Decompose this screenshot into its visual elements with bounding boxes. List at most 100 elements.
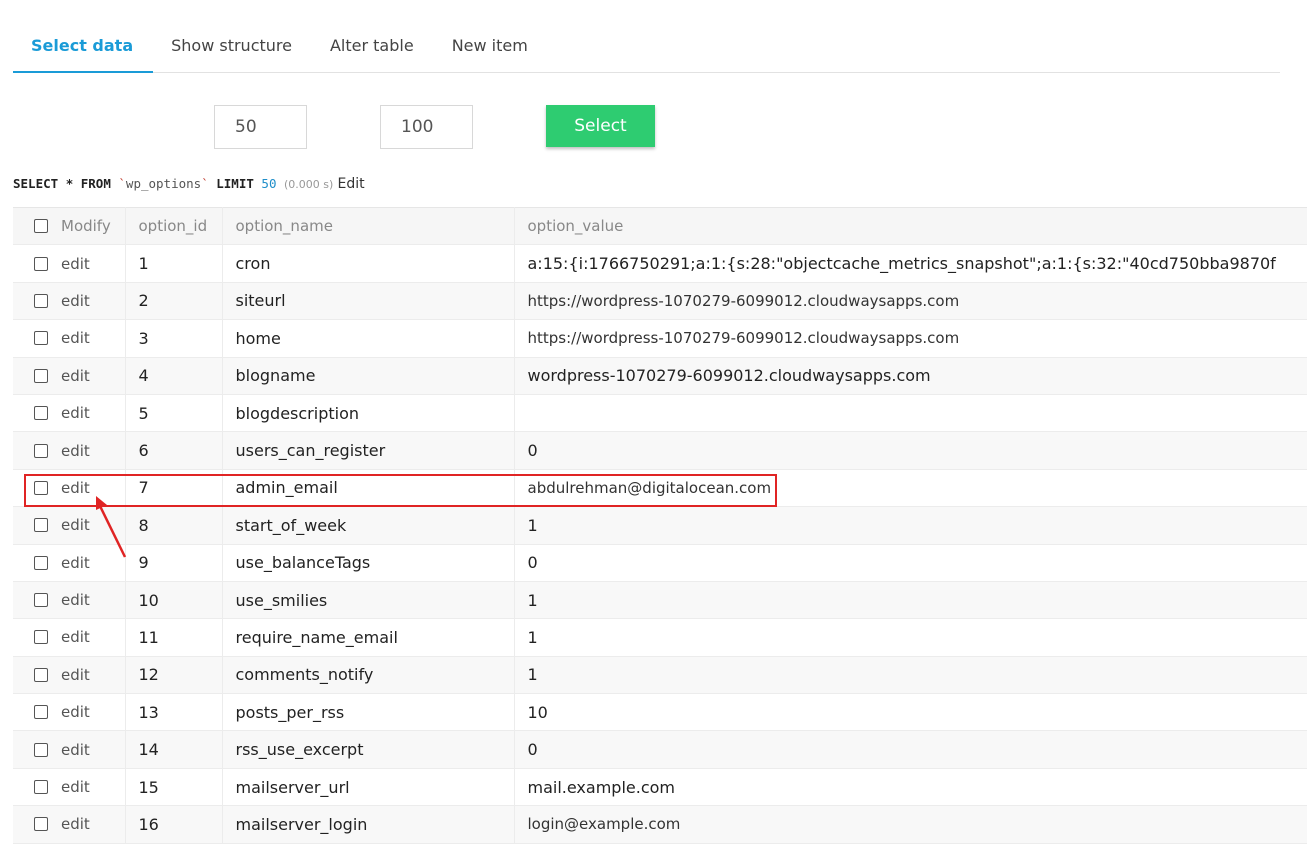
sql-tick-close: ` — [201, 176, 209, 191]
table-row: edit 1 cron a:15:{i:1766750291;a:1:{s:28:"o… — [13, 244, 1307, 283]
row-modify-cell: edit — [13, 244, 126, 283]
cell-option-value: https://wordpress-1070279-6099012.cloudw… — [514, 282, 1307, 321]
cell-option-value: 1 — [514, 618, 1307, 657]
row-edit-link[interactable]: edit — [61, 666, 90, 684]
sql-table-name: wp_options — [125, 176, 202, 191]
row-checkbox[interactable] — [34, 518, 48, 533]
cell-option-name: require_name_email — [222, 618, 515, 657]
cell-option-value: 1 — [514, 581, 1307, 620]
row-edit-link[interactable]: edit — [61, 778, 90, 796]
row-edit-link[interactable]: edit — [61, 703, 90, 721]
header-option-id[interactable]: option_id — [125, 206, 223, 246]
annotation-arrow-icon — [96, 496, 127, 558]
select-button[interactable]: Select — [546, 105, 655, 147]
row-edit-link[interactable]: edit — [61, 329, 90, 347]
table-row: edit 4 blogname wordpress-1070279-6099012.c… — [13, 357, 1307, 395]
cell-option-name: rss_use_excerpt — [222, 730, 515, 769]
tab-alter-table[interactable]: Alter table — [312, 24, 434, 71]
sql-keyword-limit: LIMIT — [216, 176, 254, 191]
row-edit-link[interactable]: edit — [61, 516, 90, 534]
cell-option-id: 15 — [125, 768, 223, 807]
cell-option-id: 16 — [125, 805, 223, 844]
sql-exec-time: (0.000 s) — [284, 178, 334, 191]
cell-option-value: 0 — [514, 730, 1307, 769]
table-row: edit 2 siteurl https://wordpress-1070279-60… — [13, 282, 1307, 321]
annotation-highlight-box — [24, 474, 777, 507]
header-option-value[interactable]: option_value — [514, 206, 1307, 246]
row-checkbox[interactable] — [34, 667, 48, 682]
row-edit-link[interactable]: edit — [61, 628, 90, 646]
sql-keyword-from: FROM — [80, 176, 111, 191]
cell-option-id: 5 — [125, 394, 223, 433]
row-edit-link[interactable]: edit — [61, 741, 90, 759]
cell-option-id: 12 — [125, 656, 223, 695]
row-checkbox[interactable] — [34, 555, 48, 570]
table-row: edit 8 start_of_week 1 — [13, 506, 1307, 545]
row-modify-cell: edit — [13, 730, 126, 769]
cell-option-value: login@example.com — [514, 805, 1307, 844]
row-checkbox[interactable] — [34, 705, 48, 720]
cell-option-value: 0 — [514, 431, 1307, 470]
results-table: Modify option_id option_name option_valu… — [13, 206, 1307, 844]
table-row: edit 12 comments_notify 1 — [13, 656, 1307, 695]
cell-option-id: 3 — [125, 319, 223, 358]
row-modify-cell: edit — [13, 768, 126, 807]
cell-option-id: 9 — [125, 544, 223, 582]
row-checkbox[interactable] — [34, 368, 48, 383]
row-edit-link[interactable]: edit — [61, 554, 90, 572]
select-all-checkbox[interactable] — [34, 219, 48, 234]
row-checkbox[interactable] — [34, 630, 48, 645]
table-row: edit 10 use_smilies 1 — [13, 581, 1307, 620]
tab-show-structure[interactable]: Show structure — [153, 24, 312, 71]
table-row: edit 5 blogdescription — [13, 394, 1307, 433]
cell-option-id: 10 — [125, 581, 223, 620]
table-row: edit 11 require_name_email 1 — [13, 618, 1307, 657]
cell-option-id: 4 — [125, 357, 223, 395]
row-edit-link[interactable]: edit — [61, 255, 90, 273]
row-modify-cell: edit — [13, 431, 126, 470]
header-option-name[interactable]: option_name — [222, 206, 515, 246]
cell-option-value: 1 — [514, 656, 1307, 695]
table-row: edit 16 mailserver_login login@example.com — [13, 805, 1307, 844]
row-checkbox[interactable] — [34, 742, 48, 757]
cell-option-id: 13 — [125, 693, 223, 732]
row-checkbox[interactable] — [34, 817, 48, 832]
text-length-input[interactable] — [380, 105, 473, 149]
cell-option-id: 1 — [125, 244, 223, 283]
row-edit-link[interactable]: edit — [61, 815, 90, 833]
row-checkbox[interactable] — [34, 443, 48, 458]
limit-input[interactable] — [214, 105, 307, 149]
row-checkbox[interactable] — [34, 406, 48, 421]
table-row: edit 15 mailserver_url mail.example.com — [13, 768, 1307, 807]
row-checkbox[interactable] — [34, 331, 48, 346]
cell-option-name: cron — [222, 244, 515, 283]
sql-edit-link[interactable]: Edit — [337, 176, 364, 192]
row-edit-link[interactable]: edit — [61, 404, 90, 422]
table-row: edit 13 posts_per_rss 10 — [13, 693, 1307, 732]
row-edit-link[interactable]: edit — [61, 442, 90, 460]
row-edit-link[interactable]: edit — [61, 292, 90, 310]
cell-option-value: 10 — [514, 693, 1307, 732]
row-modify-cell: edit — [13, 581, 126, 620]
cell-option-name: home — [222, 319, 515, 358]
row-edit-link[interactable]: edit — [61, 367, 90, 385]
cell-option-name: use_smilies — [222, 581, 515, 620]
sql-star: * — [65, 176, 74, 191]
cell-option-value: 1 — [514, 506, 1307, 545]
table-header-row: Modify option_id option_name option_valu… — [13, 206, 1307, 246]
row-checkbox[interactable] — [34, 293, 48, 308]
table-row: edit 3 home https://wordpress-1070279-60990… — [13, 319, 1307, 358]
tab-select-data[interactable]: Select data — [13, 24, 154, 73]
cell-option-name: users_can_register — [222, 431, 515, 470]
row-edit-link[interactable]: edit — [61, 591, 90, 609]
cell-option-name: blogdescription — [222, 394, 515, 433]
cell-option-value: mail.example.com — [514, 768, 1307, 807]
cell-option-name: blogname — [222, 357, 515, 395]
tab-new-item[interactable]: New item — [434, 24, 548, 71]
sql-query-line: SELECT * FROM `wp_options` LIMIT 50 (0.0… — [13, 176, 365, 192]
row-checkbox[interactable] — [34, 593, 48, 608]
row-checkbox[interactable] — [34, 780, 48, 795]
row-checkbox[interactable] — [34, 256, 48, 271]
sql-tick-open: ` — [118, 176, 126, 191]
tab-bar: Select data Show structure Alter table N… — [13, 24, 1280, 73]
